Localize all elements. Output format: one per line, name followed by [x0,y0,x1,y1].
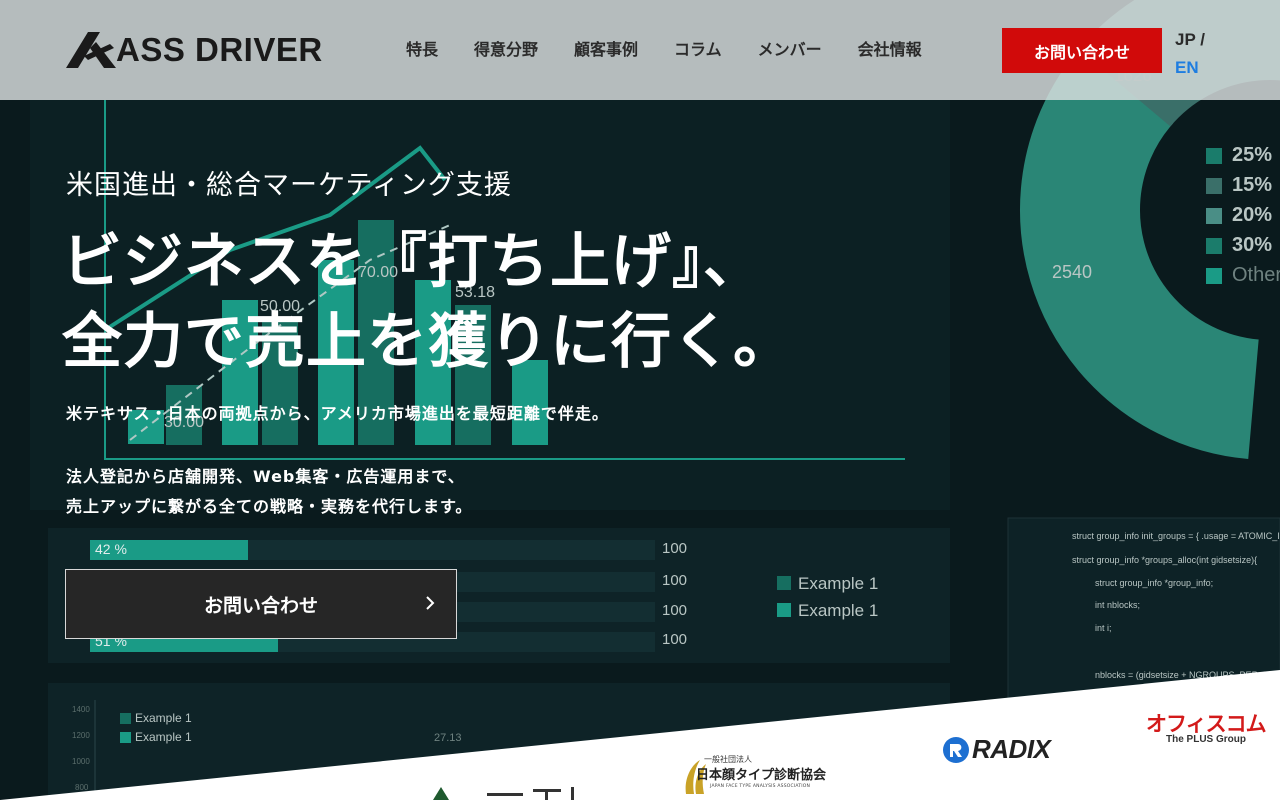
bg-code-line: struct group_info *group_info; [1095,578,1214,588]
radix-label: RADIX [972,734,1051,764]
main-nav: 特長 得意分野 顧客事例 コラム メンバー 会社情報 [388,38,940,62]
jfta-label-sub: JAPAN FACE TYPE ANALYSIS ASSOCIATION [710,784,811,789]
client-logo-officecom: オフィスコム The PLUS Group [1146,708,1276,748]
hero-contact-label: お問い合わせ [203,594,318,617]
nav-item-members[interactable]: メンバー [740,38,840,62]
nav-item-cases[interactable]: 顧客事例 [556,38,656,62]
hero-headline-line1: ビジネスを『打ち上げ』、 [62,227,764,297]
officecom-sub: The PLUS Group [1166,734,1246,745]
bg-donut-label: 2540 [1052,262,1093,282]
bg-hbar-legend: Example 1 [798,601,879,620]
hero-headline-line2: 全力で売上を獲りに行く。 [62,307,794,377]
logo-mark-icon [66,32,116,68]
hero-description: 法人登記から店舗開発、Web集客・広告運用まで、 売上アップに繋がる全ての戦略・… [66,462,472,522]
hero-contact-button[interactable]: お問い合わせ [65,569,457,639]
client-strip-background [0,670,1280,800]
lang-en-link[interactable]: EN [1175,54,1205,82]
hero-headline: ビジネスを『打ち上げ』、 全力で売上を獲りに行く。 [62,222,794,382]
hero-tagline: 米テキサス・日本の両拠点から、アメリカ市場進出を最短距離で伴走。 [66,404,609,423]
bg-hbar-value: 100 [662,602,688,619]
chevron-right-icon [426,596,435,610]
lang-jp-link[interactable]: JP / [1175,26,1205,54]
hero-description-line2: 売上アップに繋がる全ての戦略・実務を代行します。 [66,497,473,516]
partial-logo-icon [433,787,574,800]
bg-code-line: struct group_info *groups_alloc(int gids… [1072,555,1258,565]
nav-item-column[interactable]: コラム [656,38,740,62]
bg-donut-legend: 20% [1232,204,1273,226]
bg-donut-legend: 15% [1232,174,1273,196]
hero-description-line1: 法人登記から店舗開発、Web集客・広告運用まで、 [66,467,465,486]
bg-code-line: int i; [1095,623,1112,633]
jfta-label-main: 日本顔タイプ診断協会 [696,768,827,783]
nav-item-features[interactable]: 特長 [388,38,456,62]
client-logo-radix: RADIX [942,732,1062,766]
bg-hbar-value: 100 [662,572,688,589]
client-logos-strip: 一般社団法人 日本顔タイプ診断協会 JAPAN FACE TYPE ANALYS… [0,670,1280,800]
bg-hbar-value: 100 [662,631,688,648]
bg-code-line: int nblocks; [1095,600,1141,610]
nav-item-company[interactable]: 会社情報 [840,38,940,62]
radix-emblem-icon [943,737,969,763]
site-header: ASS DRIVER 特長 得意分野 顧客事例 コラム メンバー 会社情報 お問… [0,0,1280,100]
header-contact-button[interactable]: お問い合わせ [1002,28,1162,73]
client-logo-jfta: 一般社団法人 日本顔タイプ診断協会 JAPAN FACE TYPE ANALYS… [682,754,862,798]
site-logo[interactable]: ASS DRIVER [66,32,352,68]
bg-donut-legend: 30% [1232,234,1273,256]
logo-text: ASS DRIVER [116,31,323,68]
bg-donut-legend: 25% [1232,144,1273,166]
client-logo-partial [425,785,595,800]
bg-donut-legend: Other [1232,264,1280,286]
bg-hbar-value: 100 [662,540,688,557]
hero-subtitle: 米国進出・総合マーケティング支援 [66,170,512,201]
bg-code-line: struct group_info init_groups = { .usage… [1072,531,1280,541]
bg-hbar-legend: Example 1 [798,574,879,593]
language-switcher: JP / EN [1175,26,1205,82]
bg-hbar-label: 42 % [95,541,127,557]
nav-item-expertise[interactable]: 得意分野 [456,38,556,62]
